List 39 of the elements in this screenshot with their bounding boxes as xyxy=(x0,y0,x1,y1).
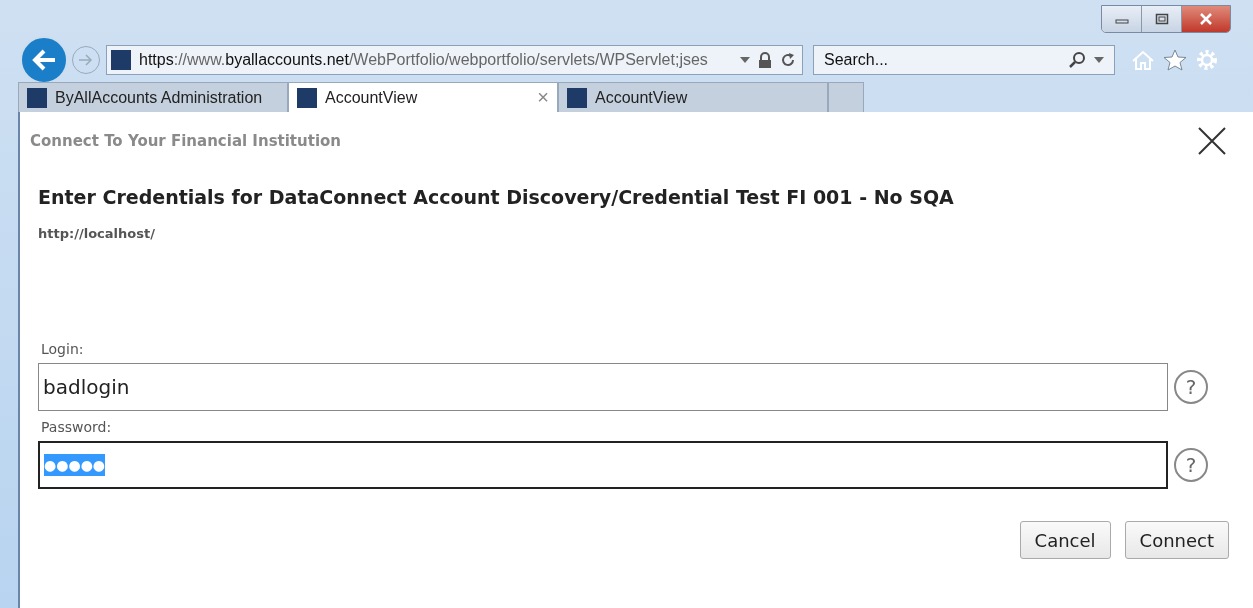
browser-tab[interactable]: ByAllAccounts Administration xyxy=(18,82,288,112)
url-text: byallaccounts.net xyxy=(225,51,349,68)
lock-icon xyxy=(758,52,772,68)
browser-tab[interactable]: AccountView × xyxy=(288,82,558,112)
browser-tab[interactable]: AccountView xyxy=(558,82,828,112)
refresh-icon[interactable] xyxy=(780,52,796,68)
site-icon xyxy=(111,50,131,70)
dialog-heading: Enter Credentials for DataConnect Account Discovery/Credential Test FI 001 - No SQA xyxy=(38,186,955,208)
help-button[interactable]: ? xyxy=(1174,448,1208,482)
close-button[interactable] xyxy=(1182,6,1230,32)
connect-button[interactable]: Connect xyxy=(1124,521,1229,559)
maximize-button[interactable] xyxy=(1142,6,1182,32)
site-icon xyxy=(567,87,587,108)
dialog-title: Connect To Your Financial Institution xyxy=(30,132,341,150)
field-label: Password: xyxy=(41,419,113,435)
close-icon[interactable] xyxy=(1197,126,1227,156)
forward-arrow-icon xyxy=(78,53,94,67)
url-text: ://www. xyxy=(173,51,226,68)
search-field[interactable]: Search... xyxy=(822,50,1060,70)
search-icon[interactable] xyxy=(1068,51,1086,69)
search-bar[interactable]: Search... xyxy=(813,45,1115,75)
back-arrow-icon xyxy=(31,48,57,72)
back-button[interactable] xyxy=(20,36,68,84)
institution-url: http://localhost/ xyxy=(38,226,156,241)
address-bar[interactable]: https://www.byallaccounts.net/WebPortfolio/webportfolio/servlets/WPServlet;jses xyxy=(106,45,803,75)
star-icon[interactable] xyxy=(1163,49,1187,71)
url-text: https xyxy=(139,51,174,68)
input-field[interactable]: badlogin xyxy=(38,363,1168,411)
site-icon xyxy=(27,87,47,108)
site-icon xyxy=(297,87,317,108)
field-label: Login: xyxy=(41,341,85,357)
url-text: /WebPortfolio/webportfolio/servlets/WPServlet;jses xyxy=(348,51,708,68)
cancel-button[interactable]: Cancel xyxy=(1019,521,1111,559)
close-tab-button[interactable]: × xyxy=(537,86,549,109)
help-button[interactable]: ? xyxy=(1174,370,1208,404)
close-icon xyxy=(1199,13,1213,25)
dropdown-icon[interactable] xyxy=(1094,57,1104,63)
maximize-icon xyxy=(1154,13,1169,25)
dropdown-icon[interactable] xyxy=(740,57,750,63)
